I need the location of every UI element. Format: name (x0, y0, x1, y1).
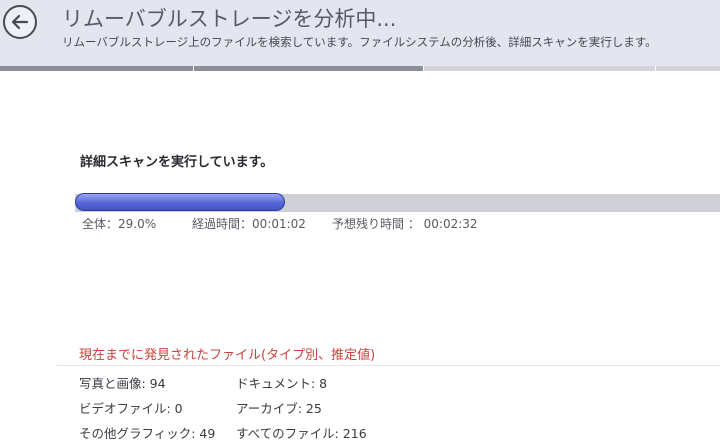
found-archives: アーカイブ: 25 (236, 401, 322, 416)
step-segment-1 (0, 66, 193, 71)
page-title: リムーバブルストレージを分析中... (62, 7, 397, 31)
elapsed-time-text: 経過時間：00:01:02 (192, 217, 306, 231)
found-other-graphics: その他グラフィック: 49 (79, 426, 216, 440)
arrow-left-icon (11, 14, 29, 30)
page-subtitle: リムーバブルストレージ上のファイルを検索しています。ファイルシステムの分析後、詳… (62, 35, 657, 49)
found-files-divider (57, 365, 720, 366)
scan-heading: 詳細スキャンを実行しています。 (80, 155, 274, 170)
step-segment-3 (424, 66, 655, 71)
found-documents: ドキュメント: 8 (236, 376, 328, 391)
analysis-page: リムーバブルストレージを分析中... リムーバブルストレージ上のファイルを検索し… (0, 0, 720, 440)
step-segment-2 (194, 66, 423, 71)
header: リムーバブルストレージを分析中... リムーバブルストレージ上のファイルを検索し… (0, 0, 720, 66)
step-indicator (0, 66, 720, 72)
found-files-heading: 現在までに発見されたファイル(タイプ別、推定値) (79, 348, 376, 363)
remaining-time-text: 予想残り時間 ： 00:02:32 (332, 217, 478, 231)
back-button[interactable] (3, 5, 37, 39)
progress-fill (75, 193, 285, 211)
found-photos: 写真と画像: 94 (79, 376, 166, 391)
step-segment-4 (656, 66, 720, 71)
overall-progress-text: 全体：29.0% (82, 217, 157, 231)
found-all-files: すべてのファイル: 216 (236, 426, 367, 440)
found-videos: ビデオファイル: 0 (79, 401, 183, 416)
